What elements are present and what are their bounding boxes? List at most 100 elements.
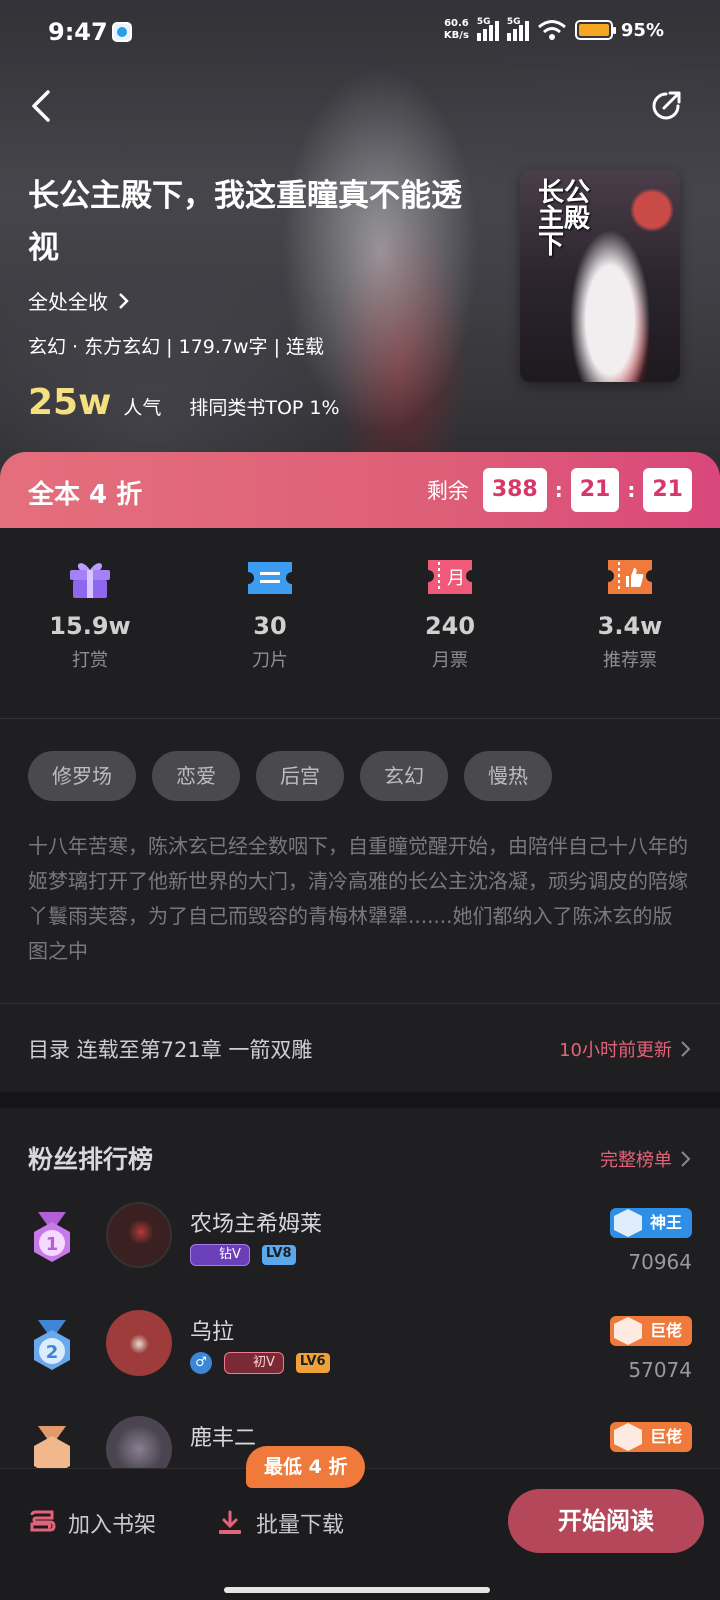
battery-icon: [574, 20, 616, 40]
vip-badge: 初V: [224, 1352, 284, 1374]
popularity: 25w 人气 排同类书TOP 1%: [28, 382, 340, 423]
fan-row[interactable]: 2 乌拉 ♂ 初V LV6 巨佬 57074: [0, 1310, 720, 1410]
ticket-icon: [248, 562, 292, 594]
fan-ranking-title: 粉丝排行榜: [28, 1145, 154, 1174]
status-bar: 9:47 60.6 KB/s 5G 5G 95%: [0, 0, 720, 66]
stat-label: 月票: [432, 650, 468, 671]
signal-icon-2: 5G: [506, 17, 529, 41]
stat-reward[interactable]: 15.9w 打赏: [0, 528, 180, 718]
chevron-right-icon: [119, 292, 129, 309]
medal-rank: 1: [46, 1234, 59, 1255]
fan-name: 农场主希姆莱: [190, 1212, 323, 1237]
full-list-link[interactable]: 完整榜单: [600, 1146, 692, 1172]
fan-name: 鹿丰二: [190, 1426, 257, 1451]
stat-value: 240: [424, 612, 476, 640]
stat-blade[interactable]: 30 刀片: [180, 528, 360, 718]
rank-info: 排同类书TOP 1%: [189, 397, 340, 419]
countdown-separator: :: [627, 478, 636, 502]
fan-title-badge: 巨佬: [609, 1422, 692, 1452]
signal-icon: 5G: [476, 17, 499, 41]
section-gap: [0, 1092, 720, 1108]
tag-chip[interactable]: 修罗场: [28, 751, 136, 801]
book-cover[interactable]: 长公主殿下: [520, 170, 680, 382]
fan-row[interactable]: 1 农场主希姆莱 钻V LV8 神王 70964: [0, 1202, 720, 1302]
add-to-shelf-button[interactable]: 加入书架: [28, 1507, 156, 1539]
level-badge: LV8: [261, 1245, 296, 1265]
fan-title-badge: 巨佬: [609, 1316, 692, 1346]
monthly-ticket-icon: 月: [428, 560, 472, 594]
discount-bubble: 最低 4 折: [246, 1446, 366, 1488]
back-icon[interactable]: [24, 86, 64, 126]
fan-score: 70964: [628, 1250, 692, 1274]
popularity-label: 人气: [123, 397, 162, 419]
battery-percent: 95%: [620, 19, 664, 41]
countdown: 剩余 388 : 21 : 21: [427, 468, 692, 512]
fan-name: 乌拉: [190, 1320, 235, 1345]
catalog-row[interactable]: 目录 连载至第721章 一箭双雕 10小时前更新: [0, 1004, 720, 1092]
avatar[interactable]: [106, 1202, 172, 1268]
fan-score: 57074: [628, 1358, 692, 1382]
download-icon: [219, 1510, 241, 1534]
stat-label: 刀片: [252, 650, 288, 671]
book-description[interactable]: 十八年苦寒，陈沐玄已经全数咽下，自重瞳觉醒开始，由陪伴自己十八年的姬梦璃打开了他…: [28, 829, 692, 969]
bottom-bar: 加入书架 批量下载 开始阅读: [0, 1468, 720, 1600]
chevron-right-icon: [681, 1041, 691, 1057]
batch-download-button[interactable]: 批量下载: [216, 1507, 344, 1539]
discount-banner: 全本 4 折 剩余 388 : 21 : 21: [0, 452, 720, 528]
catalog-text: 目录 连载至第721章 一箭双雕: [28, 1038, 313, 1062]
status-right: 60.6 KB/s 5G 5G 95%: [444, 17, 664, 42]
countdown-hours: 388: [482, 468, 547, 512]
stat-recommend[interactable]: 3.4w 推荐票: [540, 528, 720, 718]
network-speed: 60.6 KB/s: [444, 18, 469, 42]
share-icon[interactable]: [648, 88, 684, 124]
stats-row: 15.9w 打赏 30 刀片 月 240 月票 3.4w 推荐票: [0, 528, 720, 718]
fan-badges: 钻V LV8: [190, 1244, 296, 1266]
fan-title-badge: 神王: [609, 1208, 692, 1238]
stat-label: 打赏: [72, 650, 108, 671]
status-time: 9:47: [48, 18, 108, 46]
book-title: 长公主殿下，我这重瞳真不能透视: [28, 178, 462, 266]
tag-list: 修罗场 恋爱 后宫 玄幻 慢热: [28, 751, 552, 801]
tag-chip[interactable]: 慢热: [464, 751, 552, 801]
home-indicator[interactable]: [224, 1587, 490, 1593]
medal-icon: 1: [34, 1212, 70, 1262]
countdown-separator: :: [554, 478, 563, 502]
stat-value: 30: [253, 612, 287, 640]
author-name: 全处全收: [28, 290, 108, 314]
full-list-label: 完整榜单: [600, 1150, 672, 1171]
medal-rank: 2: [46, 1342, 59, 1363]
book-genre-info: 玄幻 · 东方玄幻 | 179.7w字 | 连载: [28, 336, 325, 358]
svg-text:月: 月: [447, 568, 465, 589]
gift-icon: [70, 563, 110, 598]
avatar[interactable]: [106, 1310, 172, 1376]
update-time: 10小时前更新: [559, 1040, 672, 1061]
network-speed-value: 60.6: [444, 18, 469, 29]
countdown-label: 剩余: [426, 479, 469, 503]
cover-title: 长公主殿下: [538, 178, 591, 260]
medal-icon: 2: [34, 1320, 70, 1370]
author-link[interactable]: 全处全收: [28, 286, 130, 315]
tags-and-description: 修罗场 恋爱 后宫 玄幻 慢热 十八年苦寒，陈沐玄已经全数咽下，自重瞳觉醒开始，…: [0, 719, 720, 1003]
fan-ranking: 粉丝排行榜 完整榜单 1 农场主希姆莱 钻V LV8 神王 70964 2 乌拉: [0, 1108, 720, 1482]
stat-monthly-ticket[interactable]: 月 240 月票: [360, 528, 540, 718]
tag-chip[interactable]: 后宫: [256, 751, 344, 801]
start-reading-button[interactable]: 开始阅读: [508, 1489, 704, 1553]
add-to-shelf-label: 加入书架: [68, 1513, 157, 1538]
stat-value: 15.9w: [49, 612, 131, 640]
countdown-seconds: 21: [643, 468, 692, 512]
popularity-value: 25w: [28, 382, 112, 423]
thumbs-up-ticket-icon: [608, 560, 652, 594]
bookshelf-icon: [30, 1510, 56, 1532]
tag-chip[interactable]: 恋爱: [152, 751, 240, 801]
batch-download-label: 批量下载: [256, 1513, 345, 1538]
wifi-icon: [537, 20, 566, 40]
network-speed-unit: KB/s: [443, 30, 469, 41]
stat-value: 3.4w: [597, 612, 663, 640]
male-icon: ♂: [190, 1352, 212, 1374]
level-badge: LV6: [295, 1353, 330, 1373]
fan-badges: ♂ 初V LV6: [190, 1352, 330, 1374]
stat-label: 推荐票: [603, 650, 657, 671]
chevron-right-icon: [681, 1151, 691, 1167]
app-notification-icon: [112, 22, 132, 42]
tag-chip[interactable]: 玄幻: [360, 751, 448, 801]
